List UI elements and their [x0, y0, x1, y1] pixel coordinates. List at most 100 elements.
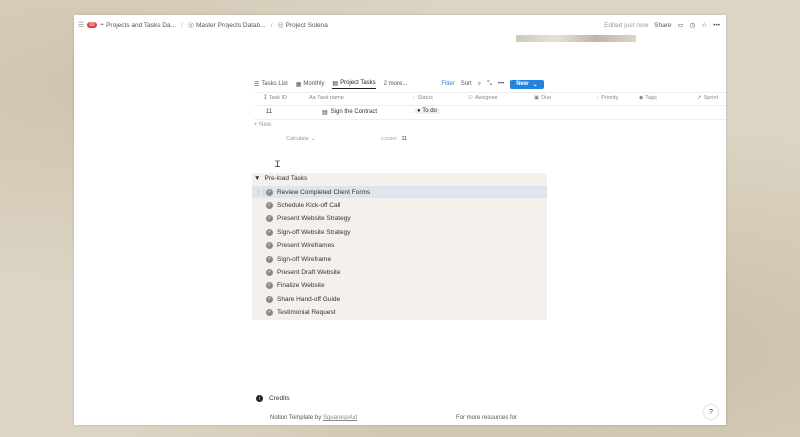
breadcrumb-separator: /: [270, 21, 273, 29]
drag-handle-icon[interactable]: ⋮⋮: [255, 189, 267, 196]
check-circle-icon[interactable]: ✓: [266, 281, 273, 289]
search-icon[interactable]: ⌕: [478, 81, 481, 88]
check-circle-icon[interactable]: ✓: [266, 255, 273, 263]
breadcrumb-separator: /: [181, 21, 183, 29]
column-header[interactable]: ◌ Priority: [596, 95, 618, 101]
check-circle-icon[interactable]: ✓: [266, 228, 273, 236]
sprint-icon: ↗: [697, 95, 702, 101]
menu-icon[interactable]: ☰: [78, 21, 84, 29]
document-icon: ▤: [322, 110, 328, 116]
status-badge[interactable]: ● To do: [414, 108, 440, 114]
check-circle-icon[interactable]: ✓: [266, 214, 273, 222]
automation-icon[interactable]: ⤡: [487, 81, 492, 88]
people-icon: ⚇: [468, 95, 473, 101]
table-row[interactable]: 11 ▤ Sign the Contract ● To do: [254, 107, 726, 119]
calendar-icon: ▦: [295, 81, 302, 88]
credits-title: Credits: [269, 395, 290, 402]
breadcrumb-master[interactable]: ◎ Master Projects Datab...: [187, 21, 266, 30]
tab-project-tasks[interactable]: ▤ Project Tasks: [332, 80, 376, 89]
column-header[interactable]: ◌ Status: [412, 95, 433, 101]
table-icon: ▤: [332, 80, 339, 87]
task-title: Present Wireframes: [277, 241, 335, 249]
priority-icon: ◌: [596, 95, 600, 101]
list-item[interactable]: ✓ Testimonial Request: [252, 306, 547, 318]
edited-status: Edited just now: [604, 21, 649, 29]
breadcrumb-label: Project Solena: [285, 21, 328, 29]
tab-more[interactable]: 2 more...: [384, 81, 408, 87]
breadcrumb-project[interactable]: ◎ Project Solena: [278, 21, 328, 30]
task-group: ▼ Pre-load Tasks ⋮⋮ ✓ Review Completed C…: [252, 173, 547, 320]
task-title: Sign-off Wireframe: [277, 255, 332, 263]
tab-monthly[interactable]: ▦ Monthly: [296, 81, 325, 88]
column-label: Task ID: [268, 95, 288, 101]
tab-label: Tasks List: [261, 81, 288, 87]
column-label: Priority: [601, 95, 619, 101]
task-id-cell: 11: [266, 109, 273, 115]
task-title: Sign-off Website Strategy: [277, 228, 351, 236]
chevron-down-icon[interactable]: ⌄: [533, 81, 538, 88]
text-cursor-icon: Ɪ: [275, 159, 281, 169]
check-circle-icon[interactable]: ✓: [266, 268, 273, 276]
check-circle-icon[interactable]: ✓: [266, 188, 273, 196]
count-summary[interactable]: COUNT 11: [381, 136, 407, 142]
task-title: Review Completed Client Forms: [277, 188, 371, 196]
check-circle-icon[interactable]: ✓: [266, 241, 273, 249]
column-header[interactable]: ◆ Tags: [639, 95, 657, 101]
caret-down-icon[interactable]: ▼: [254, 175, 260, 182]
database-icon: ◎: [187, 22, 194, 29]
status-icon: ◌: [412, 95, 416, 101]
column-header[interactable]: ↗ Sprint: [697, 95, 718, 101]
task-title: Share Hand-off Guide: [277, 295, 341, 303]
check-circle-icon[interactable]: ✓: [266, 295, 273, 303]
column-header[interactable]: ▣ Due: [534, 95, 551, 101]
task-title: Schedule Kick-off Call: [277, 201, 341, 209]
more-icon[interactable]: •••: [498, 81, 504, 87]
breadcrumb-label: Master Projects Datab...: [195, 21, 266, 29]
list-item[interactable]: ✓ Finalize Website: [252, 279, 547, 291]
column-label: Status: [417, 95, 433, 101]
tab-tasks-list[interactable]: ☰ Tasks List: [254, 81, 288, 88]
task-name-cell[interactable]: ▤ Sign the Contract: [322, 109, 377, 116]
column-label: Tags: [645, 95, 657, 101]
group-title: Pre-load Tasks: [264, 175, 308, 182]
column-header[interactable]: ⚇ Assignee: [468, 95, 498, 101]
list-item[interactable]: ✓ Present Wireframes: [252, 239, 547, 251]
comment-icon[interactable]: ▭: [678, 21, 684, 29]
page-icon: ◓: [99, 21, 105, 29]
column-label: Sprint: [703, 95, 718, 101]
list-item[interactable]: ✓ Share Hand-off Guide: [252, 293, 547, 305]
column-header[interactable]: Aa Task name: [309, 95, 344, 101]
credits-text: Notion Template by SquarespAxI: [270, 415, 357, 421]
star-icon[interactable]: ☆: [701, 21, 707, 29]
help-button[interactable]: ?: [704, 405, 718, 419]
column-label: Aa Task name: [309, 95, 344, 101]
column-label: Due: [541, 95, 552, 101]
task-title: Finalize Website: [277, 281, 325, 289]
count-value: 11: [401, 136, 408, 142]
tab-label: Project Tasks: [340, 80, 376, 86]
share-button[interactable]: Share: [654, 22, 671, 29]
add-new-row-button[interactable]: + New: [254, 122, 271, 128]
breadcrumb-projects[interactable]: ◓ Projects and Tasks Da...: [100, 22, 176, 29]
calculate-button[interactable]: Calculate ⌄: [286, 136, 315, 142]
list-item[interactable]: ✓ Schedule Kick-off Call: [252, 199, 547, 211]
check-circle-icon[interactable]: ✓: [266, 308, 273, 316]
list-item[interactable]: ✓ Present Draft Website: [252, 266, 547, 278]
clock-icon[interactable]: ◷: [690, 21, 696, 29]
filter-button[interactable]: Filter: [441, 81, 454, 87]
author-link[interactable]: SquarespAxI: [323, 415, 357, 421]
list-item[interactable]: ✓ Present Website Strategy: [252, 212, 547, 224]
tab-label: Monthly: [303, 81, 325, 87]
list-item[interactable]: ✓ Sign-off Website Strategy: [252, 226, 547, 238]
group-header[interactable]: ▼ Pre-load Tasks: [254, 175, 307, 182]
new-button[interactable]: New ⌄: [510, 79, 544, 89]
info-icon: i: [256, 395, 263, 402]
id-icon: ⁑: [264, 95, 267, 101]
check-circle-icon[interactable]: ✓: [266, 201, 273, 209]
column-header[interactable]: ⁑ Task ID: [264, 95, 287, 101]
list-item[interactable]: ⋮⋮ ✓ Review Completed Client Forms: [252, 186, 547, 198]
more-icon[interactable]: •••: [713, 22, 720, 29]
task-name: Sign the Contract: [330, 109, 378, 115]
list-item[interactable]: ✓ Sign-off Wireframe: [252, 253, 547, 265]
sort-button[interactable]: Sort: [461, 81, 472, 87]
